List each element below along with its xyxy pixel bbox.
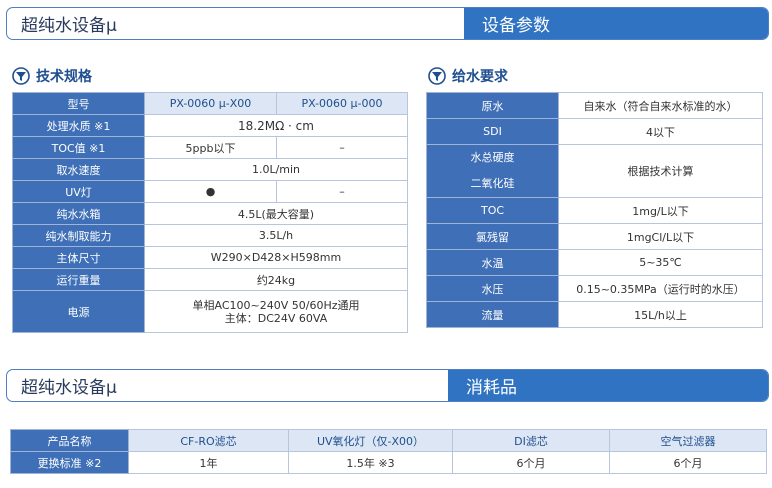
filter-funnel-icon (12, 67, 30, 85)
feed-heading-text: 给水要求 (452, 69, 508, 85)
consumables-header-row: 产品名称 CF-RO滤芯 UV氧化灯（仅-X00） DI滤芯 空气过滤器 (10, 429, 767, 452)
table-row: TOC值 ※1 5ppb以下 – (12, 136, 408, 159)
feed-label-hardness-silica: 水总硬度 二氧化硅 (426, 144, 559, 198)
banner-consumables: 超纯水设备μ 消耗品 (6, 369, 769, 402)
feed-label: 水压 (426, 275, 559, 302)
feed-label: TOC (426, 197, 559, 224)
feed-label: 水总硬度 (470, 151, 515, 164)
spec-label: 处理水质 ※1 (12, 114, 145, 137)
feed-heading: 给水要求 (428, 66, 508, 86)
table-row: TOC 1mg/L以下 (426, 197, 763, 224)
feed-water-table: 原水 自来水（符合自来水标准的水） SDI 4以下 水总硬度 二氧化硅 根据技术… (426, 92, 763, 328)
power-line-1: 单相AC100~240V 50/60Hz通用 (192, 298, 360, 312)
cons-row-label: 更换标准 ※2 (10, 451, 129, 474)
cons-header-label: 产品名称 (10, 429, 129, 452)
table-row: 纯水水箱 4.5L(最大容量) (12, 202, 408, 225)
cons-header: CF-RO滤芯 (128, 429, 289, 452)
spec-label: 纯水水箱 (12, 202, 145, 225)
table-row: 水压 0.15~0.35MPa（运行时的水压） (426, 275, 763, 302)
cons-value: 1年 (128, 451, 289, 474)
power-line-2: 主体：DC24V 60VA (224, 311, 328, 325)
table-row: SDI 4以下 (426, 118, 763, 145)
feed-value: 自来水（符合自来水标准的水） (558, 92, 763, 119)
spec-header-model-b: PX-0060 μ-000 (276, 92, 408, 115)
spec-value: – (276, 136, 408, 159)
spec-label: 取水速度 (12, 158, 145, 181)
filter-funnel-icon (428, 67, 446, 85)
table-row: 取水速度 1.0L/min (12, 158, 408, 181)
spec-heading: 技术规格 (12, 66, 92, 86)
table-row: 水总硬度 二氧化硅 根据技术计算 (426, 144, 763, 198)
table-row: 流量 15L/h以上 (426, 301, 763, 328)
feed-value: 1mg/L以下 (558, 197, 763, 224)
table-row: 原水 自来水（符合自来水标准的水） (426, 92, 763, 119)
feed-label: 二氧化硅 (470, 177, 515, 190)
banner-equipment-params: 超纯水设备μ 设备参数 (6, 7, 769, 40)
table-row: 电源 单相AC100~240V 50/60Hz通用 主体：DC24V 60VA (12, 290, 408, 333)
spec-heading-text: 技术规格 (36, 69, 92, 85)
spec-value: – (276, 180, 408, 203)
table-row: UV灯 ● – (12, 180, 408, 203)
spec-label: UV灯 (12, 180, 145, 203)
cons-value: 1.5年 ※3 (288, 451, 453, 474)
banner-section-title: 消耗品 (448, 370, 768, 401)
table-row: 水温 5~35℃ (426, 249, 763, 276)
table-row: 氯残留 1mgCl/L以下 (426, 223, 763, 250)
spec-value: 1.0L/min (144, 158, 408, 181)
table-row: 主体尺寸 W290×D428×H598mm (12, 246, 408, 269)
feed-value: 5~35℃ (558, 249, 763, 276)
spec-label: TOC值 ※1 (12, 136, 145, 159)
table-row: 更换标准 ※2 1年 1.5年 ※3 6个月 6个月 (10, 451, 767, 474)
spec-label: 运行重量 (12, 268, 145, 291)
feed-value: 0.15~0.35MPa（运行时的水压） (558, 275, 763, 302)
table-row: 运行重量 约24kg (12, 268, 408, 291)
cons-header: UV氧化灯（仅-X00） (288, 429, 453, 452)
consumables-table: 产品名称 CF-RO滤芯 UV氧化灯（仅-X00） DI滤芯 空气过滤器 更换标… (10, 429, 767, 474)
spec-value: 3.5L/h (144, 224, 408, 247)
spec-header-model: 型号 (12, 92, 145, 115)
spec-value: 约24kg (144, 268, 408, 291)
feed-value: 15L/h以上 (558, 301, 763, 328)
feed-value: 根据技术计算 (558, 144, 763, 198)
cons-header: 空气过滤器 (609, 429, 767, 452)
feed-value: 4以下 (558, 118, 763, 145)
feed-label: 水温 (426, 249, 559, 276)
feed-label: 流量 (426, 301, 559, 328)
feed-label: 原水 (426, 92, 559, 119)
table-row: 处理水质 ※1 18.2MΩ · cm (12, 114, 408, 137)
spec-label: 纯水制取能力 (12, 224, 145, 247)
cons-value: 6个月 (609, 451, 767, 474)
spec-header-model-a: PX-0060 μ-X00 (144, 92, 277, 115)
spec-header-row: 型号 PX-0060 μ-X00 PX-0060 μ-000 (12, 92, 408, 115)
spec-label: 电源 (12, 290, 145, 333)
spec-table: 型号 PX-0060 μ-X00 PX-0060 μ-000 处理水质 ※1 1… (12, 92, 408, 333)
banner-product-name: 超纯水设备μ (21, 16, 117, 36)
cons-header: DI滤芯 (452, 429, 610, 452)
banner-section-title: 设备参数 (464, 8, 768, 39)
feed-value: 1mgCl/L以下 (558, 223, 763, 250)
cons-value: 6个月 (452, 451, 610, 474)
spec-value: 4.5L(最大容量) (144, 202, 408, 225)
feed-label: 氯残留 (426, 223, 559, 250)
spec-value: W290×D428×H598mm (144, 246, 408, 269)
spec-label: 主体尺寸 (12, 246, 145, 269)
table-row: 纯水制取能力 3.5L/h (12, 224, 408, 247)
spec-value-uv-included: ● (144, 180, 277, 203)
feed-label: SDI (426, 118, 559, 145)
banner-product-name: 超纯水设备μ (21, 378, 117, 398)
spec-value-power: 单相AC100~240V 50/60Hz通用 主体：DC24V 60VA (144, 290, 408, 333)
spec-value: 18.2MΩ · cm (144, 114, 408, 137)
spec-value: 5ppb以下 (144, 136, 277, 159)
